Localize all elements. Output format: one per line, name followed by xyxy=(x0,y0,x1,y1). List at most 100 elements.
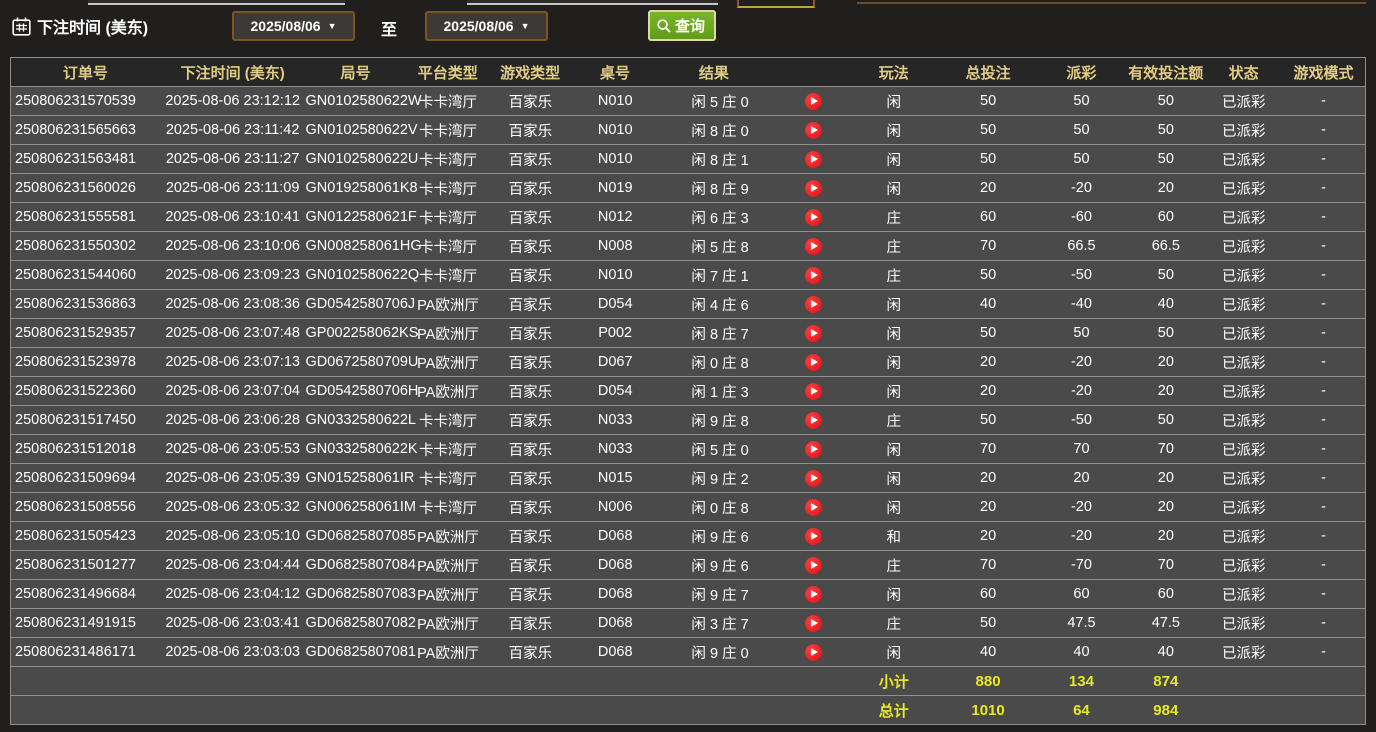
replay-play-icon[interactable] xyxy=(805,470,822,487)
game-type: 百家乐 xyxy=(490,439,570,460)
valid-bet-amount: 40 xyxy=(1126,296,1205,312)
search-button[interactable]: 查询 xyxy=(648,10,716,41)
replay-play-icon[interactable] xyxy=(805,644,822,661)
bet-time: 2025-08-06 23:07:48 xyxy=(160,325,306,341)
total-bet: 20 xyxy=(940,180,1037,196)
game-result: 闲 0 庄 8 xyxy=(660,352,780,373)
total-bet: 60 xyxy=(940,586,1037,602)
game-type: 百家乐 xyxy=(490,120,570,141)
replay-cell xyxy=(780,296,848,313)
replay-cell xyxy=(780,122,848,139)
replay-play-icon[interactable] xyxy=(805,441,822,458)
replay-play-icon[interactable] xyxy=(805,267,822,284)
order-number: 250806231501277 xyxy=(11,557,160,573)
game-type: 百家乐 xyxy=(490,497,570,518)
game-mode: - xyxy=(1282,238,1365,254)
grand-total-label: 总计 xyxy=(848,700,940,721)
game-type: 百家乐 xyxy=(490,265,570,286)
bet-type: 闲 xyxy=(848,381,940,402)
bet-time-label-text: 下注时间 (美东) xyxy=(37,14,148,38)
replay-play-icon[interactable] xyxy=(805,412,822,429)
bet-time: 2025-08-06 23:11:09 xyxy=(160,180,306,196)
table-header-row: 订单号下注时间 (美东)局号平台类型游戏类型桌号结果玩法总投注派彩有效投注额状态… xyxy=(11,58,1365,86)
table-number: N012 xyxy=(570,209,660,225)
replay-play-icon[interactable] xyxy=(805,209,822,226)
replay-play-icon[interactable] xyxy=(805,122,822,139)
total-bet: 70 xyxy=(940,238,1037,254)
order-number: 250806231563481 xyxy=(11,151,160,167)
status-badge: 已派彩 xyxy=(1205,91,1282,112)
replay-play-icon[interactable] xyxy=(805,586,822,603)
replay-cell xyxy=(780,209,848,226)
table-number: N019 xyxy=(570,180,660,196)
replay-play-icon[interactable] xyxy=(805,180,822,197)
platform-type: 卡卡湾厅 xyxy=(406,120,491,141)
table-number: N008 xyxy=(570,238,660,254)
round-number: GN0102580622U xyxy=(306,151,406,167)
game-mode: - xyxy=(1282,615,1365,631)
status-badge: 已派彩 xyxy=(1205,207,1282,228)
column-header: 玩法 xyxy=(848,62,940,83)
total-bet: 20 xyxy=(940,499,1037,515)
replay-play-icon[interactable] xyxy=(805,354,822,371)
payout: -40 xyxy=(1037,296,1127,312)
date-to-select[interactable]: 2025/08/06 ▼ xyxy=(425,11,548,41)
order-number: 250806231517450 xyxy=(11,412,160,428)
bet-time: 2025-08-06 23:11:42 xyxy=(160,122,306,138)
table-number: N033 xyxy=(570,412,660,428)
bet-type: 闲 xyxy=(848,91,940,112)
round-number: GN019258061K8 xyxy=(306,180,406,196)
game-type: 百家乐 xyxy=(490,178,570,199)
replay-cell xyxy=(780,93,848,110)
table-row: 2508062315085562025-08-06 23:05:32GN0062… xyxy=(11,492,1365,521)
status-badge: 已派彩 xyxy=(1205,410,1282,431)
table-row: 2508062315503022025-08-06 23:10:06GN0082… xyxy=(11,231,1365,260)
bet-type: 闲 xyxy=(848,323,940,344)
round-number: GN0332580622K xyxy=(306,441,406,457)
game-type: 百家乐 xyxy=(490,642,570,663)
replay-cell xyxy=(780,151,848,168)
valid-bet-amount: 50 xyxy=(1126,325,1205,341)
valid-bet-amount: 20 xyxy=(1126,528,1205,544)
valid-bet-amount: 70 xyxy=(1126,557,1205,573)
bet-type: 闲 xyxy=(848,642,940,663)
column-header: 局号 xyxy=(306,62,406,83)
game-type: 百家乐 xyxy=(490,236,570,257)
table-row: 2508062315012772025-08-06 23:04:44GD0682… xyxy=(11,550,1365,579)
replay-play-icon[interactable] xyxy=(805,238,822,255)
game-type: 百家乐 xyxy=(490,381,570,402)
round-number: GD06825807084 xyxy=(306,557,406,573)
status-badge: 已派彩 xyxy=(1205,526,1282,547)
total-bet: 50 xyxy=(940,93,1037,109)
payout: -20 xyxy=(1037,528,1127,544)
replay-play-icon[interactable] xyxy=(805,615,822,632)
replay-cell xyxy=(780,325,848,342)
table-row: 2508062315440602025-08-06 23:09:23GN0102… xyxy=(11,260,1365,289)
replay-play-icon[interactable] xyxy=(805,151,822,168)
table-row: 2508062315239782025-08-06 23:07:13GD0672… xyxy=(11,347,1365,376)
bet-type: 庄 xyxy=(848,555,940,576)
table-row: 2508062315600262025-08-06 23:11:09GN0192… xyxy=(11,173,1365,202)
game-type: 百家乐 xyxy=(490,410,570,431)
total-bet: 70 xyxy=(940,441,1037,457)
game-type: 百家乐 xyxy=(490,91,570,112)
replay-play-icon[interactable] xyxy=(805,383,822,400)
replay-play-icon[interactable] xyxy=(805,296,822,313)
replay-play-icon[interactable] xyxy=(805,325,822,342)
platform-type: 卡卡湾厅 xyxy=(406,149,491,170)
order-number: 250806231505423 xyxy=(11,528,160,544)
bet-time: 2025-08-06 23:09:23 xyxy=(160,267,306,283)
replay-play-icon[interactable] xyxy=(805,528,822,545)
table-number: D054 xyxy=(570,383,660,399)
date-from-select[interactable]: 2025/08/06 ▼ xyxy=(232,11,355,41)
status-badge: 已派彩 xyxy=(1205,613,1282,634)
status-badge: 已派彩 xyxy=(1205,439,1282,460)
game-mode: - xyxy=(1282,93,1365,109)
order-number: 250806231560026 xyxy=(11,180,160,196)
replay-play-icon[interactable] xyxy=(805,93,822,110)
table-row: 2508062314966842025-08-06 23:04:12GD0682… xyxy=(11,579,1365,608)
replay-play-icon[interactable] xyxy=(805,557,822,574)
replay-play-icon[interactable] xyxy=(805,499,822,516)
table-row: 2508062315223602025-08-06 23:07:04GD0542… xyxy=(11,376,1365,405)
bet-type: 和 xyxy=(848,526,940,547)
